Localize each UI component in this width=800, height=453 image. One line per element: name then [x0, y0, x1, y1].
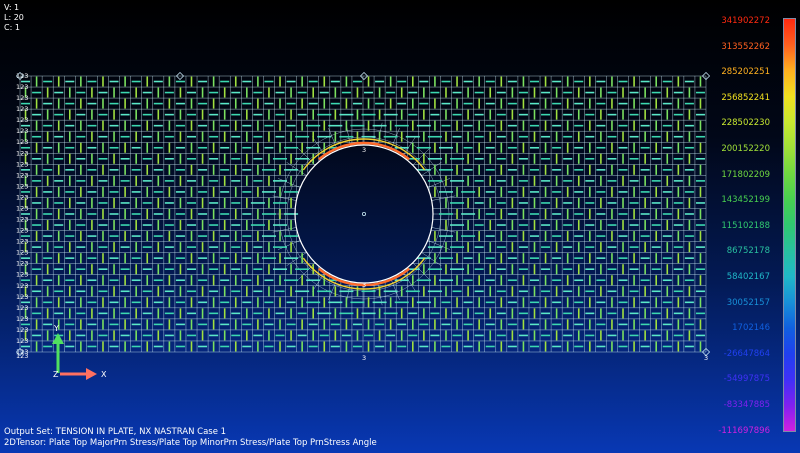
- node-label: 123: [16, 193, 28, 201]
- node-label: 123: [16, 315, 28, 323]
- legend-label: 115102188: [721, 220, 770, 231]
- node-label: 123: [16, 149, 28, 157]
- model-viewport[interactable]: 123 123 123 123 123 123 123 123 123 123 123 123 123 1…: [0, 0, 800, 453]
- view-info: V: 1 L: 20 C: 1: [4, 3, 24, 33]
- legend-color-bar: [783, 18, 796, 432]
- legend-label: -54997875: [723, 374, 770, 385]
- node-label: 123: [16, 204, 28, 212]
- node-label: 123: [16, 105, 28, 113]
- hole-center-marker: [361, 211, 366, 216]
- contour-legend: 341902272 313552262 285202251 256852241 2285…: [700, 16, 800, 436]
- legend-label: 313552262: [721, 41, 770, 52]
- legend-label: -26647864: [723, 348, 770, 359]
- legend-label: 86752178: [726, 246, 770, 257]
- node-label: 123: [16, 326, 28, 334]
- legend-label: 30052157: [726, 297, 770, 308]
- legend-label: 200152220: [721, 144, 770, 154]
- node-label: 123: [16, 293, 28, 301]
- z-axis-label: Z: [53, 370, 59, 379]
- node-label: 123: [16, 260, 28, 268]
- legend-label: 1702146: [732, 323, 770, 334]
- node-label: 123: [16, 337, 28, 345]
- plate-hole: [294, 144, 434, 284]
- node-label: 123: [16, 72, 28, 80]
- output-set-label: Output Set: TENSION IN PLATE, NX NASTRAN…: [4, 427, 227, 437]
- node-label: 123: [16, 94, 28, 102]
- x-axis-arrowhead: [86, 368, 97, 380]
- node-label: 123: [16, 282, 28, 290]
- legend-label: 58402167: [726, 272, 770, 282]
- mesh-line: [272, 195, 297, 201]
- legend-label: 143452199: [721, 195, 770, 206]
- node-label: 123: [16, 304, 28, 312]
- hole-stress-concentration: [302, 138, 426, 290]
- y-axis-label: Y: [53, 324, 59, 333]
- node-label: 123: [16, 216, 28, 224]
- node-label: 123: [16, 171, 28, 179]
- mesh-line: [272, 227, 297, 233]
- node-label: 123: [16, 271, 28, 279]
- node-label: 3: [362, 281, 366, 289]
- legend-label: 228502230: [721, 118, 770, 129]
- view-number: V: 1: [4, 3, 20, 12]
- node-label: 3: [362, 354, 366, 362]
- legend-label: 256852241: [721, 92, 770, 103]
- output-vector-label: 2DTensor: Plate Top MajorPrn Stress/Plat…: [4, 437, 377, 448]
- legend-label: 341902272: [721, 16, 770, 26]
- node-label: 123: [16, 83, 28, 91]
- legend-label: -111697896: [718, 425, 770, 436]
- color-number: C: 1: [4, 23, 20, 32]
- node-label: 123: [16, 182, 28, 190]
- legend-label: 171802209: [721, 169, 770, 180]
- node-label: 123: [16, 238, 28, 246]
- node-label: 123: [16, 127, 28, 135]
- node-label: 123: [16, 160, 28, 168]
- layer-number: L: 20: [4, 13, 24, 22]
- node-label: 123: [16, 227, 28, 235]
- node-label: 3: [362, 146, 366, 154]
- output-info: Output Set: TENSION IN PLATE, NX NASTRAN…: [4, 427, 377, 448]
- node-label: 123: [16, 249, 28, 257]
- node-label: 123: [16, 116, 28, 124]
- legend-label: 285202251: [721, 67, 770, 78]
- legend-label: -83347885: [723, 400, 770, 410]
- node-label: 123: [16, 138, 28, 146]
- x-axis-label: X: [101, 370, 107, 379]
